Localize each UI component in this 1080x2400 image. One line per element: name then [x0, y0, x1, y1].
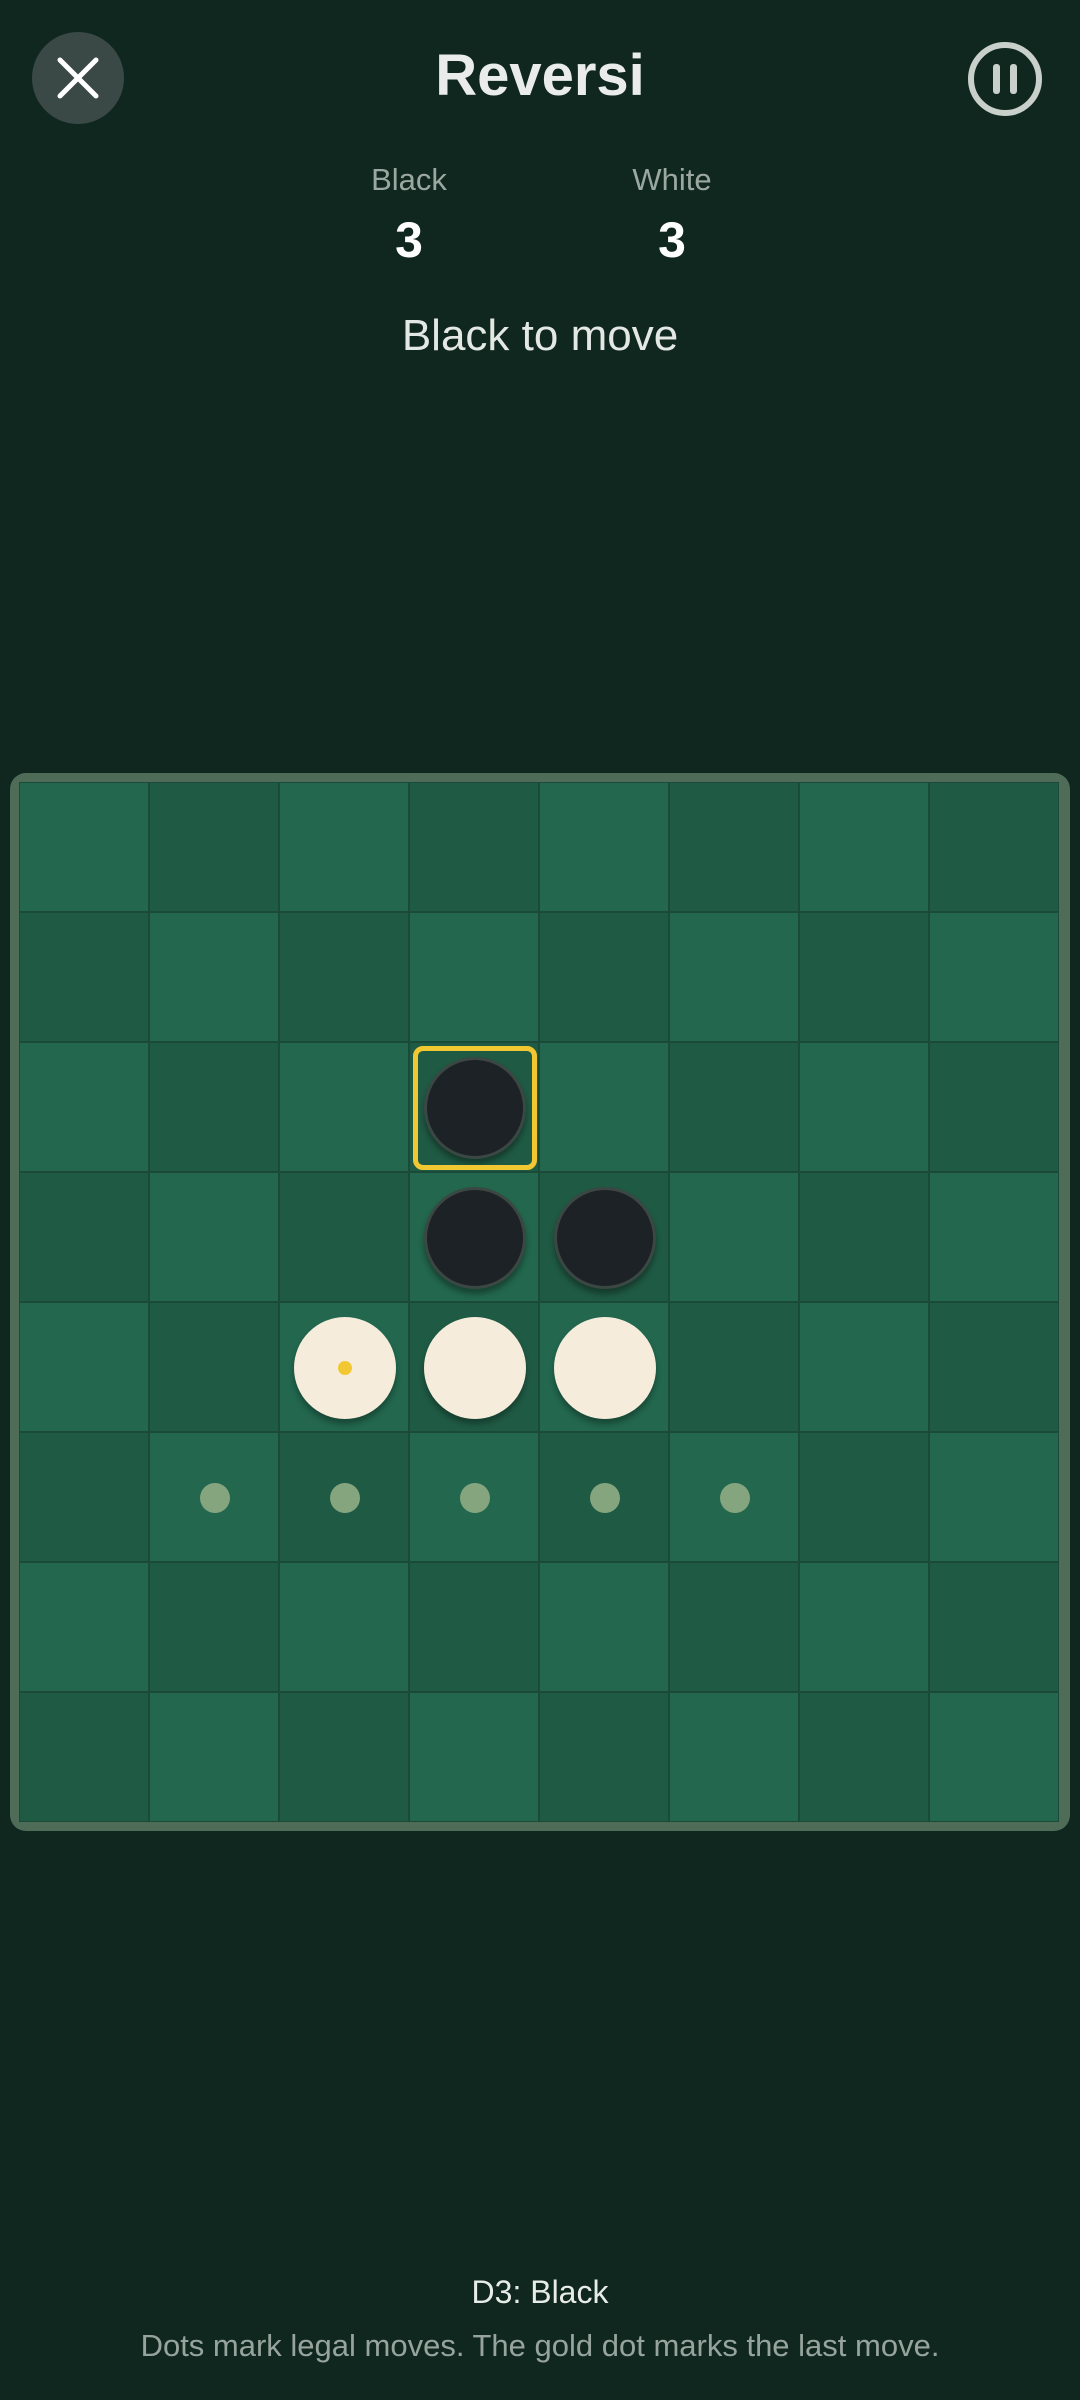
turn-status: Black to move: [401, 311, 679, 360]
board-cell-b5[interactable]: [149, 1302, 279, 1432]
white-disc: [294, 1317, 396, 1419]
board-cell-a6[interactable]: [19, 1432, 149, 1562]
board-cell-b2[interactable]: [149, 912, 279, 1042]
board-cell-d1[interactable]: [409, 782, 539, 912]
board-cell-h2[interactable]: [929, 912, 1059, 1042]
board-cell-g7[interactable]: [799, 1562, 929, 1692]
board-cell-d5[interactable]: [409, 1302, 539, 1432]
black-score: Black 3: [309, 160, 509, 272]
board-cell-a8[interactable]: [19, 1692, 149, 1822]
board-cell-d2[interactable]: [409, 912, 539, 1042]
board-cell-f8[interactable]: [669, 1692, 799, 1822]
black-disc: [554, 1187, 656, 1289]
last-move-dot: [338, 1361, 352, 1375]
board-cell-e4[interactable]: [539, 1172, 669, 1302]
board-cell-a1[interactable]: [19, 782, 149, 912]
white-score: White 3: [572, 160, 772, 272]
legal-move-dot: [330, 1483, 360, 1513]
last-move-text: D3: Black: [471, 2274, 609, 2310]
hint-text: Dots mark legal moves. The gold dot mark…: [140, 2328, 940, 2363]
board-cell-f3[interactable]: [669, 1042, 799, 1172]
board-cell-b4[interactable]: [149, 1172, 279, 1302]
black-score-value: 3: [395, 212, 423, 268]
board-cell-f1[interactable]: [669, 782, 799, 912]
black-score-label: Black: [371, 162, 447, 197]
board-cell-f4[interactable]: [669, 1172, 799, 1302]
board-cell-h6[interactable]: [929, 1432, 1059, 1562]
board-cell-c1[interactable]: [279, 782, 409, 912]
legal-move-dot: [720, 1483, 750, 1513]
board-cell-c4[interactable]: [279, 1172, 409, 1302]
board-cell-a3[interactable]: [19, 1042, 149, 1172]
board-cell-d3[interactable]: [409, 1042, 539, 1172]
board-cell-g2[interactable]: [799, 912, 929, 1042]
white-score-label: White: [632, 162, 712, 197]
last-move-highlight: [413, 1046, 537, 1170]
page-title: Reversi: [435, 43, 645, 108]
board-cell-h3[interactable]: [929, 1042, 1059, 1172]
legal-move-dot: [460, 1483, 490, 1513]
board-cell-g6[interactable]: [799, 1432, 929, 1562]
board-cell-a7[interactable]: [19, 1562, 149, 1692]
board-cell-e7[interactable]: [539, 1562, 669, 1692]
game-board: [19, 782, 1059, 1822]
board-cell-e5[interactable]: [539, 1302, 669, 1432]
white-disc: [424, 1317, 526, 1419]
board-cell-f5[interactable]: [669, 1302, 799, 1432]
board-cell-c2[interactable]: [279, 912, 409, 1042]
board-cell-e1[interactable]: [539, 782, 669, 912]
board-cell-g4[interactable]: [799, 1172, 929, 1302]
board-cell-c7[interactable]: [279, 1562, 409, 1692]
board-cell-h5[interactable]: [929, 1302, 1059, 1432]
pause-icon-bar: [1010, 64, 1017, 94]
board-cell-f7[interactable]: [669, 1562, 799, 1692]
board-cell-e2[interactable]: [539, 912, 669, 1042]
board-cell-b7[interactable]: [149, 1562, 279, 1692]
board-cell-h7[interactable]: [929, 1562, 1059, 1692]
legal-move-dot: [200, 1483, 230, 1513]
board-cell-c3[interactable]: [279, 1042, 409, 1172]
board-cell-g3[interactable]: [799, 1042, 929, 1172]
board-cell-c8[interactable]: [279, 1692, 409, 1822]
board-cell-e8[interactable]: [539, 1692, 669, 1822]
board-cell-b3[interactable]: [149, 1042, 279, 1172]
board-cell-h1[interactable]: [929, 782, 1059, 912]
board-cell-d8[interactable]: [409, 1692, 539, 1822]
board-cell-g8[interactable]: [799, 1692, 929, 1822]
board-cell-f6[interactable]: [669, 1432, 799, 1562]
white-disc: [554, 1317, 656, 1419]
board-cell-a4[interactable]: [19, 1172, 149, 1302]
board-cell-h4[interactable]: [929, 1172, 1059, 1302]
board-cell-d4[interactable]: [409, 1172, 539, 1302]
pause-button[interactable]: [968, 42, 1042, 116]
board-cell-a5[interactable]: [19, 1302, 149, 1432]
legal-move-dot: [590, 1483, 620, 1513]
board-cell-e6[interactable]: [539, 1432, 669, 1562]
board-cell-c5[interactable]: [279, 1302, 409, 1432]
board-cell-d7[interactable]: [409, 1562, 539, 1692]
white-score-value: 3: [658, 212, 686, 268]
board-cell-b6[interactable]: [149, 1432, 279, 1562]
board-cell-b1[interactable]: [149, 782, 279, 912]
board-cell-h8[interactable]: [929, 1692, 1059, 1822]
board-cell-f2[interactable]: [669, 912, 799, 1042]
board-cell-g5[interactable]: [799, 1302, 929, 1432]
board-cell-c6[interactable]: [279, 1432, 409, 1562]
board-cell-b8[interactable]: [149, 1692, 279, 1822]
board-cell-e3[interactable]: [539, 1042, 669, 1172]
board-cell-a2[interactable]: [19, 912, 149, 1042]
board-cell-g1[interactable]: [799, 782, 929, 912]
board-cell-d6[interactable]: [409, 1432, 539, 1562]
black-disc: [424, 1187, 526, 1289]
pause-icon: [993, 64, 1000, 94]
